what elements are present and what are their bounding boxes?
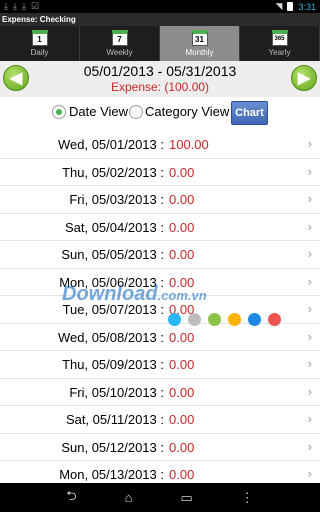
row-date: Sat, 05/11/2013 : bbox=[65, 412, 164, 427]
app-title: Expense: Checking bbox=[0, 13, 320, 26]
row-amount: 0.00 bbox=[169, 247, 195, 262]
list-item[interactable]: Sun, 05/12/2013 : 0.00 › bbox=[0, 434, 320, 461]
chevron-right-icon: › bbox=[307, 301, 312, 316]
row-amount: 0.00 bbox=[169, 274, 195, 290]
tab-monthly[interactable]: 31 Monthly bbox=[160, 26, 240, 61]
expense-total: Expense: (100.00) bbox=[110, 80, 210, 94]
menu-icon[interactable]: ⋮ bbox=[241, 490, 254, 506]
row-amount: 0.00 bbox=[169, 192, 195, 207]
category-view-label: Category View bbox=[145, 104, 230, 119]
chevron-right-icon: › bbox=[307, 383, 312, 399]
chevron-right-icon: › bbox=[307, 356, 312, 371]
period-header: ◀ 05/01/2013 - 05/31/2013 Expense: (100.… bbox=[0, 61, 320, 97]
calendar-icon: 7 bbox=[111, 30, 128, 46]
chevron-right-icon: › bbox=[307, 218, 312, 234]
next-period-button[interactable]: ▶ bbox=[291, 65, 317, 91]
list-item[interactable]: Sat, 05/04/2013 : 0.00 › bbox=[0, 214, 320, 241]
tab-weekly[interactable]: 7 Weekly bbox=[80, 26, 160, 61]
row-date: Mon, 05/13/2013 : bbox=[59, 467, 164, 482]
row-date: Thu, 05/02/2013 : bbox=[62, 164, 164, 180]
period-tabs: 1 Daily 7 Weekly 31 Monthly 365 Yearly bbox=[0, 26, 320, 61]
chevron-right-icon: › bbox=[307, 438, 312, 454]
chevron-right-icon: › bbox=[307, 163, 312, 179]
row-date: Wed, 05/01/2013 : bbox=[57, 137, 164, 152]
date-view-radio[interactable] bbox=[52, 105, 66, 119]
back-icon[interactable]: ⮌ bbox=[66, 487, 76, 509]
row-amount: 100.00 bbox=[169, 137, 209, 152]
date-view-label: Date View bbox=[69, 104, 129, 119]
row-date: Fri, 05/03/2013 : bbox=[69, 192, 164, 207]
notification-icons: ⤓ ⤓ ⤓ ☑ bbox=[4, 1, 39, 12]
home-icon[interactable]: ⌂ bbox=[125, 490, 133, 505]
status-bar: ⤓ ⤓ ⤓ ☑ ◥ 3:31 bbox=[0, 0, 320, 13]
tab-label: Weekly bbox=[106, 48, 133, 57]
calendar-icon: 31 bbox=[191, 30, 208, 46]
checkbox-icon: ☑ bbox=[30, 1, 40, 11]
row-amount: 0.00 bbox=[169, 164, 195, 180]
list-item[interactable]: Wed, 05/08/2013 : 0.00 › bbox=[0, 324, 320, 351]
chevron-right-icon: › bbox=[307, 191, 312, 206]
list-item[interactable]: Sun, 05/05/2013 : 0.00 › bbox=[0, 241, 320, 269]
chart-button[interactable]: Chart bbox=[231, 101, 268, 125]
daily-expense-list: Wed, 05/01/2013 : 100.00 › Thu, 05/02/2013… bbox=[0, 131, 320, 483]
chevron-right-icon: › bbox=[307, 136, 312, 151]
row-date: Sun, 05/05/2013 : bbox=[61, 247, 164, 262]
row-date: Mon, 05/06/2013 : bbox=[59, 274, 164, 290]
list-item[interactable]: Sat, 05/11/2013 : 0.00 › bbox=[0, 406, 320, 434]
chevron-right-icon: › bbox=[307, 246, 312, 261]
row-amount: 0.00 bbox=[169, 302, 195, 317]
list-item[interactable]: Tue, 05/07/2013 : 0.00 › bbox=[0, 296, 320, 324]
tab-label: Monthly bbox=[185, 48, 214, 57]
list-item[interactable]: Wed, 05/01/2013 : 100.00 › bbox=[0, 131, 320, 159]
tab-label: Daily bbox=[30, 48, 49, 57]
row-amount: 0.00 bbox=[169, 329, 195, 345]
row-amount: 0.00 bbox=[169, 439, 195, 455]
row-amount: 0.00 bbox=[169, 467, 195, 482]
row-amount: 0.00 bbox=[169, 384, 195, 400]
recent-apps-icon[interactable]: ▭ bbox=[180, 490, 192, 506]
row-amount: 0.00 bbox=[169, 219, 195, 235]
download-icon: ⤓ bbox=[21, 1, 26, 11]
list-item[interactable]: Thu, 05/09/2013 : 0.00 › bbox=[0, 351, 320, 379]
list-item[interactable]: Thu, 05/02/2013 : 0.00 › bbox=[0, 159, 320, 186]
wifi-icon: ◥ bbox=[275, 1, 283, 11]
arrow-right-icon: ▶ bbox=[297, 70, 311, 87]
row-date: Fri, 05/10/2013 : bbox=[69, 384, 164, 400]
row-date: Wed, 05/08/2013 : bbox=[57, 329, 164, 345]
calendar-icon: 1 bbox=[31, 30, 48, 46]
chevron-right-icon: › bbox=[307, 466, 312, 481]
clock: 3:31 bbox=[298, 1, 316, 12]
view-selector: Date View Category View Chart bbox=[0, 97, 320, 129]
chevron-right-icon: › bbox=[307, 328, 312, 344]
date-range: 05/01/2013 - 05/31/2013 bbox=[83, 63, 237, 79]
battery-icon bbox=[287, 2, 294, 11]
tab-label: Yearly bbox=[268, 48, 291, 57]
chevron-right-icon: › bbox=[307, 411, 312, 426]
list-item[interactable]: Fri, 05/03/2013 : 0.00 › bbox=[0, 186, 320, 214]
row-amount: 0.00 bbox=[169, 412, 195, 427]
calendar-icon: 365 bbox=[271, 30, 288, 46]
list-item[interactable]: Fri, 05/10/2013 : 0.00 › bbox=[0, 379, 320, 406]
row-date: Sat, 05/04/2013 : bbox=[64, 219, 164, 235]
row-date: Tue, 05/07/2013 : bbox=[62, 302, 164, 317]
list-item[interactable]: Mon, 05/13/2013 : 0.00 › bbox=[0, 461, 320, 483]
row-amount: 0.00 bbox=[169, 357, 195, 372]
row-date: Sun, 05/12/2013 : bbox=[61, 439, 164, 455]
download-icon: ⤓ bbox=[12, 1, 17, 11]
category-view-radio[interactable] bbox=[129, 105, 143, 119]
row-date: Thu, 05/09/2013 : bbox=[62, 357, 164, 372]
download-icon: ⤓ bbox=[4, 1, 8, 11]
list-item[interactable]: Mon, 05/06/2013 : 0.00 › bbox=[0, 269, 320, 296]
system-nav-bar: ⮌ ⌂ ▭ ⋮ bbox=[0, 483, 320, 512]
chevron-right-icon: › bbox=[307, 273, 312, 289]
tab-daily[interactable]: 1 Daily bbox=[0, 26, 80, 61]
tab-yearly[interactable]: 365 Yearly bbox=[240, 26, 320, 61]
